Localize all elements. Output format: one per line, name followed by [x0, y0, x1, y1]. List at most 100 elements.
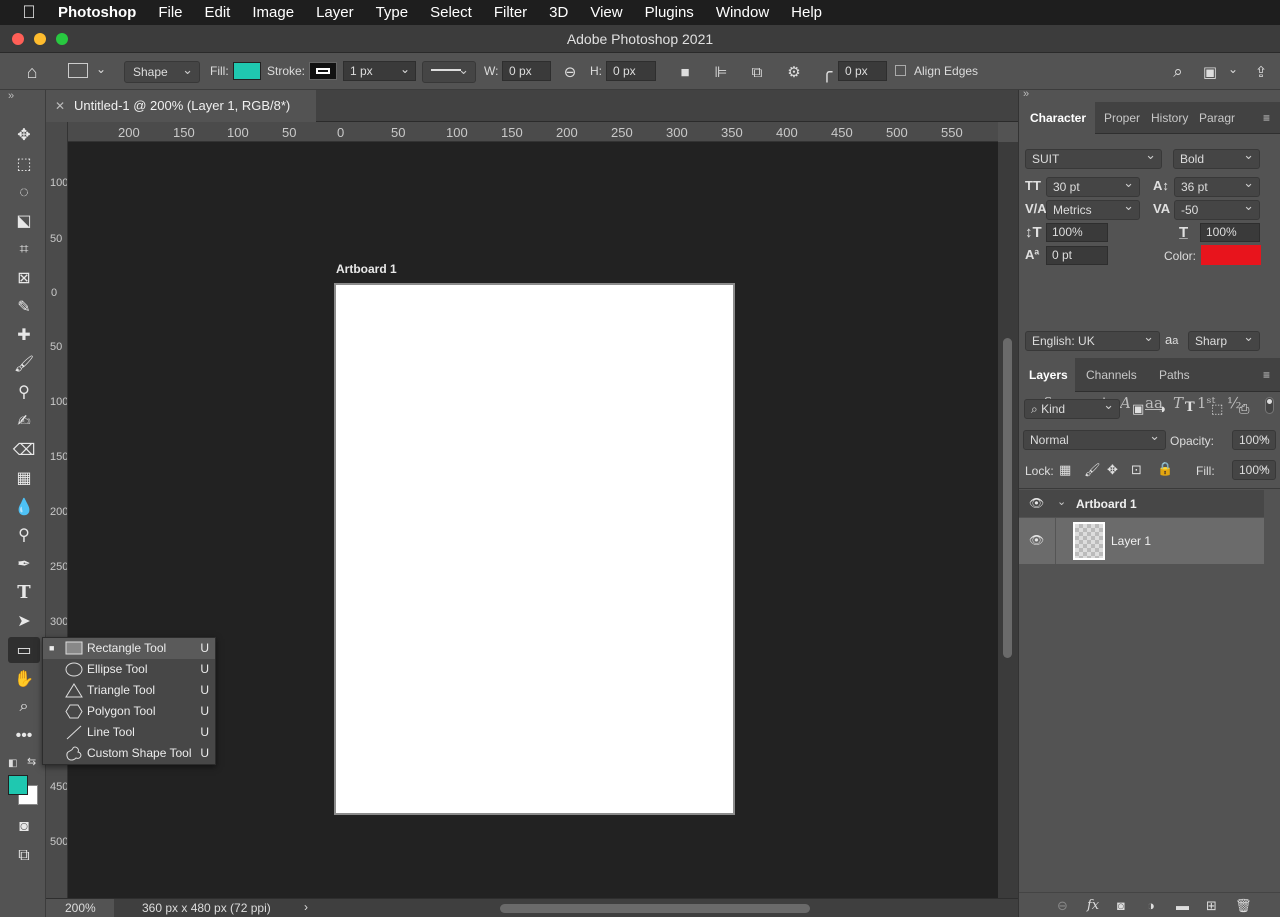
apple-icon[interactable]: : [0, 2, 58, 23]
visibility-eye-icon[interactable]: 👁: [1029, 496, 1044, 510]
stroke-type-dropdown[interactable]: [422, 61, 476, 83]
filter-pixel-layers-icon[interactable]: ▣: [1132, 401, 1144, 417]
artboard-label[interactable]: Artboard 1: [336, 262, 397, 276]
panels-collapse-icon[interactable]: »: [1023, 88, 1029, 100]
language-dropdown[interactable]: English: UK: [1025, 331, 1160, 351]
close-window-button[interactable]: [12, 33, 24, 45]
horizontal-scroll-thumb[interactable]: [500, 904, 810, 913]
dodge-tool-icon[interactable]: ⚲: [11, 522, 37, 548]
menu-plugins[interactable]: Plugins: [634, 4, 705, 21]
swap-colors-icon[interactable]: ⇆: [27, 755, 36, 768]
stroke-color-swatch[interactable]: [309, 62, 337, 80]
height-field[interactable]: 0 px: [606, 61, 656, 81]
vertical-scale-field[interactable]: 100%: [1046, 223, 1108, 242]
workspace-chevron-icon[interactable]: ⌄: [1228, 62, 1238, 76]
width-field[interactable]: 0 px: [502, 61, 551, 81]
new-layer-icon[interactable]: ⊞: [1206, 898, 1217, 914]
tab-history[interactable]: History: [1151, 102, 1191, 134]
lock-image-pixels-icon[interactable]: 🖌: [1084, 462, 1101, 478]
lock-transparent-pixels-icon[interactable]: ▦: [1059, 462, 1071, 478]
baseline-shift-field[interactable]: 0 pt: [1046, 246, 1108, 265]
flyout-line-tool[interactable]: Line Tool U: [43, 722, 215, 743]
font-size-field[interactable]: 30 pt: [1046, 177, 1140, 197]
hand-tool-icon[interactable]: ✋: [11, 666, 37, 692]
pen-tool-icon[interactable]: ✒: [11, 551, 37, 577]
tool-preset-icon[interactable]: [68, 63, 88, 78]
screen-mode-icon[interactable]: ⧉: [11, 843, 37, 869]
type-tool-icon[interactable]: T: [11, 579, 37, 605]
corner-radius-field[interactable]: 0 px: [838, 61, 887, 81]
vertical-scrollbar[interactable]: [998, 142, 1018, 898]
menu-layer[interactable]: Layer: [305, 4, 365, 21]
link-layers-icon[interactable]: ⊖: [1057, 898, 1068, 914]
tracking-dropdown[interactable]: -50: [1174, 200, 1260, 220]
eyedropper-tool-icon[interactable]: ✎: [11, 294, 37, 320]
adjustment-layer-icon[interactable]: ◑: [1147, 898, 1155, 913]
history-brush-tool-icon[interactable]: ✍: [11, 408, 37, 434]
opacity-field[interactable]: 100%: [1232, 430, 1276, 450]
vertical-ruler[interactable]: 100 50 0 50 100 150 200 250 300 350 400 …: [46, 122, 68, 898]
tab-channels[interactable]: Channels: [1086, 358, 1146, 390]
flyout-custom-shape-tool[interactable]: Custom Shape Tool U: [43, 743, 215, 764]
layer-row-artboard[interactable]: 👁 ⌄ Artboard 1: [1019, 490, 1264, 517]
tab-character[interactable]: Character: [1019, 102, 1095, 134]
layer-style-fx-icon[interactable]: fx: [1087, 898, 1099, 913]
workspace-icon[interactable]: ▣: [1199, 61, 1221, 83]
close-tab-icon[interactable]: ✕: [55, 90, 65, 122]
path-arrangement-icon[interactable]: ⧉: [746, 61, 768, 83]
tab-paths[interactable]: Paths: [1159, 358, 1199, 390]
visibility-eye-icon[interactable]: 👁: [1029, 533, 1044, 547]
fill-field[interactable]: 100%: [1232, 460, 1276, 480]
eraser-tool-icon[interactable]: ⌫: [11, 437, 37, 463]
menu-image[interactable]: Image: [241, 4, 305, 21]
menu-edit[interactable]: Edit: [194, 4, 242, 21]
new-group-icon[interactable]: ▬: [1176, 898, 1189, 913]
gear-icon[interactable]: ⚙: [783, 61, 805, 83]
quick-mask-icon[interactable]: ◙: [11, 814, 37, 840]
lock-artboard-icon[interactable]: ⊡: [1131, 462, 1142, 478]
horizontal-ruler[interactable]: 200 150 100 50 0 50 100 150 200 250 300 …: [68, 122, 998, 142]
font-family-dropdown[interactable]: SUIT: [1025, 149, 1162, 169]
menu-view[interactable]: View: [579, 4, 633, 21]
titling-alternates-icon[interactable]: T: [1173, 394, 1183, 412]
foreground-color-swatch[interactable]: [8, 775, 28, 795]
delete-layer-icon[interactable]: 🗑: [1235, 898, 1252, 914]
clone-stamp-tool-icon[interactable]: ⚲: [11, 379, 37, 405]
filter-toggle[interactable]: [1265, 397, 1274, 414]
fill-color-swatch[interactable]: [233, 62, 261, 80]
menu-app-photoshop[interactable]: Photoshop: [58, 4, 147, 21]
layers-panel-menu-icon[interactable]: ≡: [1263, 368, 1275, 382]
share-icon[interactable]: ⇪: [1250, 61, 1272, 83]
lock-position-icon[interactable]: ✥: [1107, 462, 1118, 478]
link-icon[interactable]: ⊖: [559, 61, 581, 83]
swash-icon[interactable]: A: [1120, 394, 1131, 412]
zoom-tool-icon[interactable]: ⌕: [11, 694, 37, 720]
tab-layers[interactable]: Layers: [1019, 358, 1075, 392]
shape-mode-dropdown[interactable]: Shape: [124, 61, 200, 83]
blend-mode-dropdown[interactable]: Normal: [1023, 430, 1166, 450]
filter-type-layers-icon[interactable]: T: [1185, 400, 1195, 415]
home-icon[interactable]: ⌂: [21, 61, 43, 83]
chevron-down-icon[interactable]: ⌄: [1057, 495, 1066, 508]
menu-window[interactable]: Window: [705, 4, 780, 21]
horizontal-scale-field[interactable]: 100%: [1200, 223, 1260, 242]
crop-tool-icon[interactable]: ⌗: [11, 237, 37, 263]
filter-adjustment-layers-icon[interactable]: ◑: [1158, 401, 1166, 416]
layer-filter-kind-dropdown[interactable]: ⌕ Kind: [1024, 399, 1120, 419]
gradient-tool-icon[interactable]: ▦: [11, 465, 37, 491]
path-operations-icon[interactable]: ■: [674, 61, 696, 83]
layer-row-layer-1[interactable]: 👁 Layer 1: [1019, 518, 1264, 564]
marquee-tool-icon[interactable]: ⬚: [11, 151, 37, 177]
filter-shape-layers-icon[interactable]: ⬚: [1211, 401, 1223, 417]
lock-all-icon[interactable]: 🔒: [1157, 461, 1173, 477]
default-colors-icon[interactable]: ◧: [8, 758, 17, 769]
flyout-polygon-tool[interactable]: Polygon Tool U: [43, 701, 215, 722]
move-tool-icon[interactable]: ✥: [11, 122, 37, 148]
tab-paragraph[interactable]: Paragr: [1199, 102, 1239, 134]
toolbar-collapse-icon[interactable]: »: [8, 90, 14, 102]
path-alignment-icon[interactable]: ⊫: [710, 61, 732, 83]
stroke-width-field[interactable]: 1 px ⌄: [343, 61, 416, 81]
document-tab[interactable]: ✕ Untitled-1 @ 200% (Layer 1, RGB/8*): [46, 90, 316, 122]
path-selection-tool-icon[interactable]: ➤: [11, 608, 37, 634]
status-menu-arrow[interactable]: ›: [304, 900, 308, 914]
